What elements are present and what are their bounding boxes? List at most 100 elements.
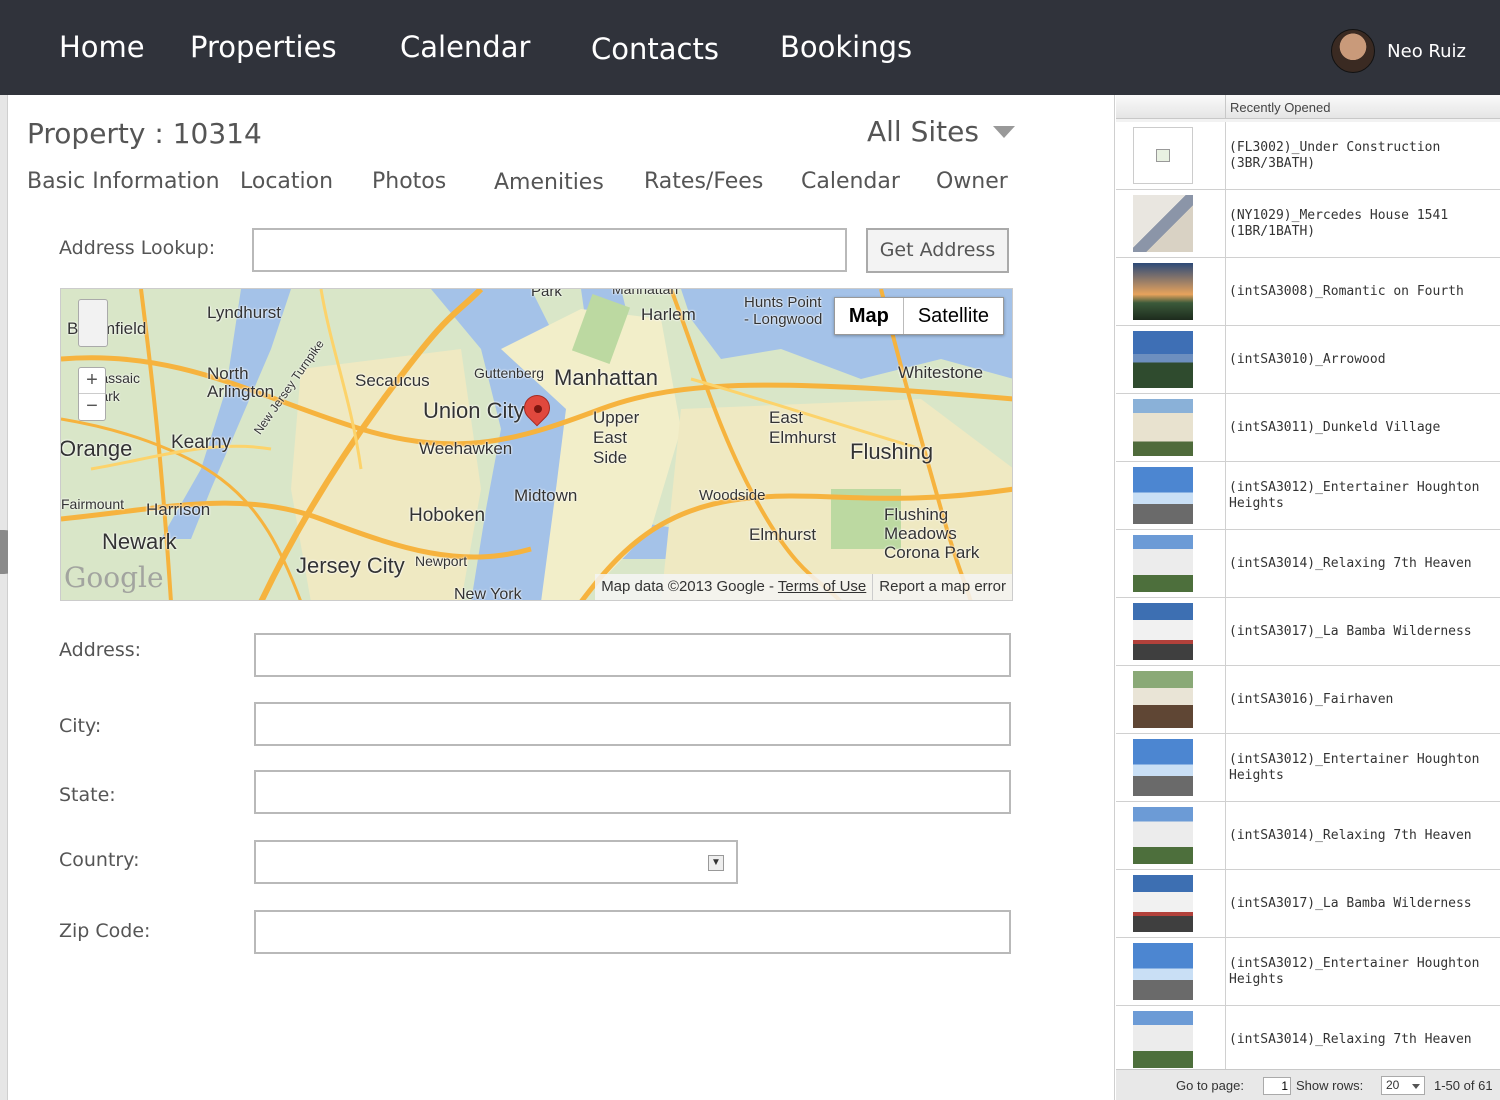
broken-image-icon[interactable] [1133, 127, 1193, 184]
google-logo[interactable]: Google [64, 561, 164, 594]
recent-item[interactable]: (intSA3014)_Relaxing 7th Heaven [1116, 530, 1500, 598]
map-label: Guttenberg [474, 365, 545, 381]
property-thumbnail[interactable] [1133, 263, 1193, 320]
property-thumbnail[interactable] [1133, 875, 1193, 932]
chevron-down-icon[interactable]: ▼ [708, 855, 724, 871]
map-label: Newark [102, 529, 177, 554]
tab-amenities[interactable]: Amenities [494, 170, 604, 195]
recent-item[interactable]: (intSA3017)_La Bamba Wilderness [1116, 870, 1500, 938]
location-map[interactable]: Bloomfield Lyndhurst North Arlington Sec… [60, 288, 1013, 601]
top-nav-bar: Home Properties Calendar Contacts Bookin… [0, 0, 1500, 95]
recent-item-label: (intSA3008)_Romantic on Fourth [1229, 283, 1464, 299]
map-label: Weehawken [419, 439, 513, 458]
go-to-page-label: Go to page: [1176, 1078, 1244, 1093]
recent-item[interactable]: (intSA3014)_Relaxing 7th Heaven [1116, 1006, 1500, 1074]
thumb-cell [1116, 938, 1226, 1005]
map-label: Secaucus [355, 371, 430, 390]
user-menu[interactable]: Neo Ruiz [1331, 29, 1466, 73]
recent-item-label: (intSA3012)_Entertainer Houghton Heights [1229, 955, 1480, 987]
map-type-map-button[interactable]: Map [835, 298, 904, 334]
map-label: Hunts Point - Longwood [744, 294, 823, 328]
recent-item-label: (intSA3017)_La Bamba Wilderness [1229, 895, 1472, 911]
recent-item[interactable]: (intSA3017)_La Bamba Wilderness [1116, 598, 1500, 666]
map-zoom-control: + − [78, 367, 106, 421]
recent-item-label: (intSA3017)_La Bamba Wilderness [1229, 623, 1472, 639]
map-label: Kearny [171, 432, 232, 453]
page-number-input[interactable] [1263, 1077, 1291, 1095]
recent-item[interactable]: (FL3002)_Under Construction (3BR/3BATH) [1116, 122, 1500, 190]
recent-item[interactable]: (intSA3012)_Entertainer Houghton Heights [1116, 938, 1500, 1006]
tab-rates-fees[interactable]: Rates/Fees [644, 169, 763, 194]
tab-calendar[interactable]: Calendar [801, 169, 900, 194]
property-thumbnail[interactable] [1133, 195, 1193, 252]
show-rows-label: Show rows: [1296, 1078, 1364, 1093]
recent-item[interactable]: (intSA3010)_Arrowood [1116, 326, 1500, 394]
address-lookup-input[interactable] [252, 228, 847, 272]
map-label: Hoboken [409, 505, 486, 526]
user-name[interactable]: Neo Ruiz [1387, 41, 1466, 62]
get-address-button[interactable]: Get Address [866, 228, 1009, 273]
map-label: Flushing Meadows Corona Park [884, 505, 980, 562]
map-label: East Elmhurst [769, 408, 837, 447]
recent-item[interactable]: (intSA3012)_Entertainer Houghton Heights [1116, 462, 1500, 530]
recent-item[interactable]: (intSA3008)_Romantic on Fourth [1116, 258, 1500, 326]
map-label: Fairmount [61, 496, 125, 512]
property-thumbnail[interactable] [1133, 535, 1193, 592]
map-label: North Arlington [207, 364, 275, 401]
recent-item-label: (intSA3016)_Fairhaven [1229, 691, 1394, 707]
recent-item[interactable]: (NY1029)_Mercedes House 1541 (1BR/1BATH) [1116, 190, 1500, 258]
zoom-in-icon[interactable]: + [79, 368, 105, 394]
city-input[interactable] [254, 702, 1011, 746]
site-selector[interactable]: All Sites [867, 115, 1015, 148]
property-thumbnail[interactable] [1133, 739, 1193, 796]
recent-item[interactable]: (intSA3016)_Fairhaven [1116, 666, 1500, 734]
tab-location[interactable]: Location [240, 169, 333, 194]
property-thumbnail[interactable] [1133, 1011, 1193, 1068]
nav-properties[interactable]: Properties [190, 30, 337, 64]
recent-item-label: (intSA3014)_Relaxing 7th Heaven [1229, 1031, 1472, 1047]
country-label: Country: [59, 849, 140, 871]
nav-calendar[interactable]: Calendar [400, 30, 530, 64]
left-gutter [0, 95, 8, 1100]
map-type-satellite-button[interactable]: Satellite [904, 298, 1003, 334]
thumb-cell [1116, 666, 1226, 733]
map-label: Elmhurst [749, 525, 817, 544]
thumb-cell [1116, 530, 1226, 597]
nav-home[interactable]: Home [59, 30, 145, 64]
recent-item[interactable]: (intSA3011)_Dunkeld Village [1116, 394, 1500, 462]
terms-of-use-link[interactable]: Terms of Use [778, 578, 866, 595]
thumb-cell [1116, 394, 1226, 461]
street-view-pegman-icon[interactable] [78, 299, 108, 347]
recent-item-label: (intSA3011)_Dunkeld Village [1229, 419, 1441, 435]
map-label: Jersey City [296, 553, 405, 578]
zip-code-input[interactable] [254, 910, 1011, 954]
report-map-error-link[interactable]: Report a map error [872, 574, 1012, 600]
property-thumbnail[interactable] [1133, 603, 1193, 660]
thumb-cell [1116, 190, 1226, 257]
property-thumbnail[interactable] [1133, 943, 1193, 1000]
property-thumbnail[interactable] [1133, 671, 1193, 728]
address-input[interactable] [254, 633, 1011, 677]
recent-item-label: (intSA3014)_Relaxing 7th Heaven [1229, 827, 1472, 843]
map-attribution-text: Map data ©2013 Google [601, 578, 765, 595]
map-label: Harlem [641, 305, 696, 324]
tab-basic-information[interactable]: Basic Information [27, 169, 220, 194]
site-selector-label: All Sites [867, 115, 979, 148]
tab-owner[interactable]: Owner [936, 169, 1008, 194]
property-thumbnail[interactable] [1133, 399, 1193, 456]
zoom-out-icon[interactable]: − [79, 394, 105, 420]
property-thumbnail[interactable] [1133, 807, 1193, 864]
rows-per-page-select[interactable]: 20 [1381, 1076, 1425, 1095]
avatar[interactable] [1331, 29, 1376, 73]
country-select[interactable]: ▼ [254, 840, 738, 884]
nav-bookings[interactable]: Bookings [780, 30, 912, 64]
recent-item[interactable]: (intSA3012)_Entertainer Houghton Heights [1116, 734, 1500, 802]
property-thumbnail[interactable] [1133, 331, 1193, 388]
app-root: Home Properties Calendar Contacts Bookin… [0, 0, 1500, 1100]
state-input[interactable] [254, 770, 1011, 814]
recent-item[interactable]: (intSA3014)_Relaxing 7th Heaven [1116, 802, 1500, 870]
nav-contacts[interactable]: Contacts [591, 32, 719, 66]
property-thumbnail[interactable] [1133, 467, 1193, 524]
tab-photos[interactable]: Photos [372, 169, 446, 194]
pagination-bar: Go to page: Show rows: 20 1-50 of 61 [1116, 1069, 1500, 1100]
